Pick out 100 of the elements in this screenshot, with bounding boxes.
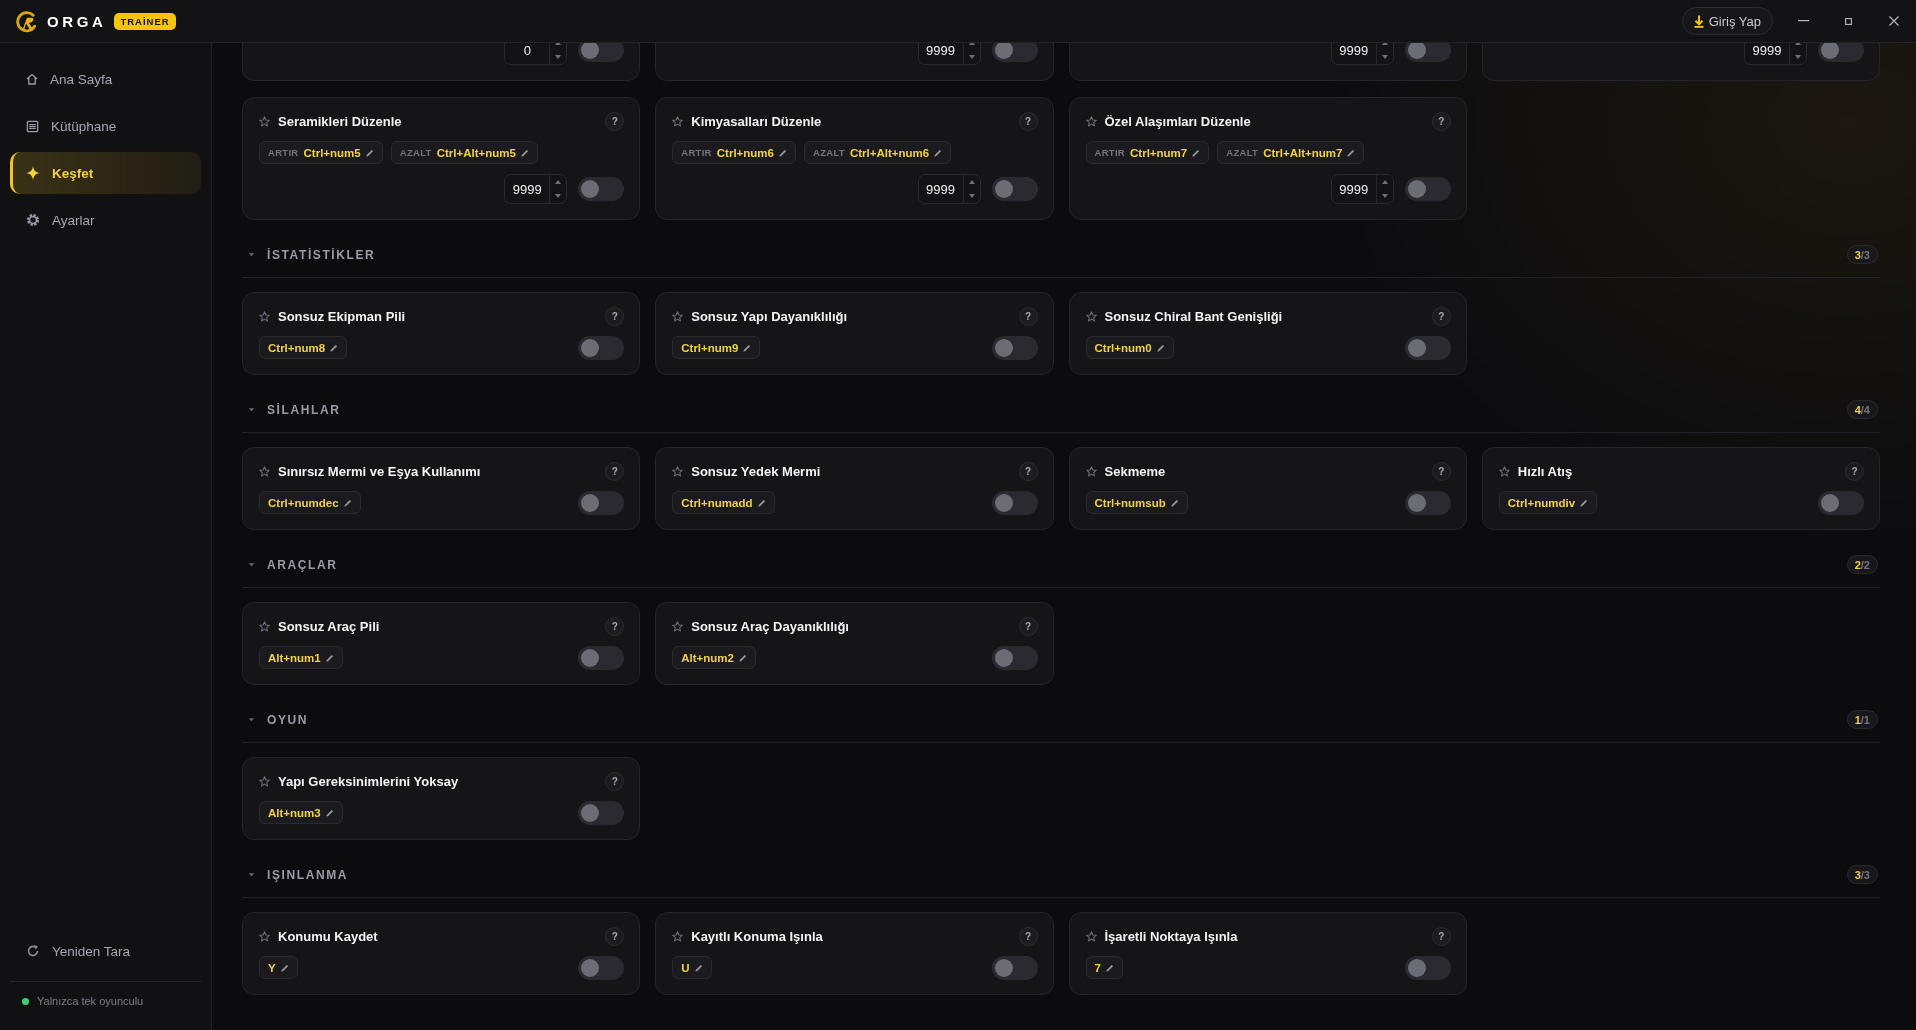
caret-icon[interactable] — [248, 716, 255, 723]
pencil-icon — [330, 343, 339, 352]
hotkey-button[interactable]: Ctrl+numadd — [672, 491, 775, 514]
number-input[interactable]: 9999 — [917, 43, 981, 65]
hotkey-button[interactable]: Ctrl+numsub — [1085, 491, 1188, 514]
triangle-down-icon — [1381, 194, 1388, 198]
number-input[interactable]: 9999 — [917, 174, 981, 204]
number-input[interactable]: 9999 — [1744, 43, 1807, 65]
nav-item[interactable]: Ayarlar — [10, 199, 201, 241]
toggle-switch[interactable] — [991, 177, 1038, 201]
help-button[interactable]: ? — [1018, 926, 1038, 946]
star-icon[interactable] — [259, 115, 270, 127]
help-button[interactable]: ? — [1431, 111, 1451, 131]
toggle-switch[interactable] — [578, 177, 625, 201]
help-button[interactable]: ? — [605, 926, 625, 946]
hotkey-button[interactable]: Alt+num1 — [259, 646, 343, 669]
hotkey-button[interactable]: Ctrl+numdiv — [1498, 491, 1598, 514]
hotkey-button[interactable]: AZALT Ctrl+Alt+num5 — [390, 141, 538, 164]
hotkey-button[interactable]: ARTIR Ctrl+num7 — [1085, 141, 1210, 164]
help-button[interactable]: ? — [1018, 306, 1038, 326]
section-title: ARAÇLAR — [267, 557, 338, 572]
card-title: Sonsuz Yapı Dayanıklılığı — [691, 308, 848, 324]
star-icon[interactable] — [259, 930, 270, 942]
number-input[interactable]: 0 — [504, 43, 568, 65]
hotkey-button[interactable]: AZALT Ctrl+Alt+num7 — [1217, 141, 1365, 164]
caret-icon[interactable] — [248, 406, 255, 413]
toggle-switch[interactable] — [991, 490, 1038, 515]
star-icon[interactable] — [1085, 465, 1097, 477]
toggle-switch[interactable] — [1818, 490, 1864, 515]
toggle-switch[interactable] — [991, 645, 1038, 670]
hotkey-button[interactable]: Ctrl+num8 — [259, 336, 348, 359]
section-title: SİLAHLAR — [267, 402, 341, 417]
toggle-switch[interactable] — [1404, 955, 1451, 980]
hotkey-button[interactable]: AZALT Ctrl+Alt+num6 — [804, 141, 952, 164]
toggle-switch[interactable] — [1818, 43, 1864, 62]
toggle-switch[interactable] — [578, 490, 625, 515]
help-button[interactable]: ? — [605, 306, 625, 326]
toggle-switch[interactable] — [991, 43, 1038, 62]
star-icon[interactable] — [672, 930, 684, 942]
help-button[interactable]: ? — [605, 771, 625, 791]
hotkey-button[interactable]: Alt+num3 — [259, 801, 343, 824]
help-button[interactable]: ? — [1431, 461, 1451, 481]
star-icon[interactable] — [672, 465, 684, 477]
toggle-switch[interactable] — [991, 335, 1038, 360]
caret-icon[interactable] — [248, 561, 255, 568]
help-button[interactable]: ? — [1018, 616, 1038, 636]
card-title: Konumu Kaydet — [278, 928, 378, 944]
hotkey-button[interactable]: U — [672, 956, 712, 979]
star-icon[interactable] — [1498, 465, 1510, 477]
star-icon[interactable] — [1085, 930, 1097, 942]
hotkey-button[interactable]: Alt+num2 — [672, 646, 756, 669]
help-button[interactable]: ? — [1018, 111, 1038, 131]
hotkey-button[interactable]: Ctrl+numdec — [259, 491, 361, 514]
number-input[interactable]: 9999 — [1330, 174, 1394, 204]
help-button[interactable]: ? — [1845, 461, 1864, 481]
triangle-down-icon — [555, 55, 562, 59]
help-button[interactable]: ? — [605, 111, 625, 131]
hotkey-button[interactable]: 7 — [1085, 956, 1123, 979]
toggle-switch[interactable] — [578, 955, 625, 980]
number-input[interactable]: 9999 — [504, 174, 568, 204]
star-icon[interactable] — [259, 310, 270, 322]
help-button[interactable]: ? — [1018, 461, 1038, 481]
hotkey-button[interactable]: ARTIR Ctrl+num6 — [672, 141, 796, 164]
star-icon[interactable] — [672, 115, 684, 127]
star-icon[interactable] — [1085, 115, 1097, 127]
star-icon[interactable] — [1085, 310, 1097, 322]
star-icon[interactable] — [259, 620, 270, 632]
toggle-switch[interactable] — [578, 645, 625, 670]
toggle-switch[interactable] — [578, 335, 625, 360]
rescan-button[interactable]: Yeniden Tara — [10, 930, 201, 972]
hotkey-button[interactable]: ARTIR Ctrl+num5 — [259, 141, 383, 164]
star-icon[interactable] — [672, 620, 684, 632]
star-icon[interactable] — [259, 775, 270, 787]
toggle-switch[interactable] — [1404, 490, 1451, 515]
toggle-switch[interactable] — [1404, 43, 1451, 62]
triangle-up-icon — [1381, 180, 1388, 184]
nav-item[interactable]: Kütüphane — [10, 105, 201, 147]
count-badge: 4/4 — [1846, 400, 1878, 419]
caret-icon[interactable] — [248, 871, 255, 878]
help-button[interactable]: ? — [1431, 306, 1451, 326]
toggle-switch[interactable] — [578, 43, 625, 62]
help-button[interactable]: ? — [1431, 926, 1451, 946]
number-input[interactable]: 9999 — [1330, 43, 1394, 65]
star-icon[interactable] — [259, 465, 270, 477]
status-text: Yalnızca tek oyunculu — [37, 995, 144, 1007]
nav-item[interactable]: Ana Sayfa — [10, 58, 201, 100]
nav-item[interactable]: Keşfet — [10, 152, 201, 194]
hotkey-button[interactable]: Ctrl+num9 — [672, 336, 761, 359]
toggle-switch[interactable] — [578, 800, 625, 825]
caret-icon[interactable] — [248, 251, 255, 258]
hotkey-button[interactable]: Y — [259, 956, 298, 979]
toggle-switch[interactable] — [991, 955, 1038, 980]
help-button[interactable]: ? — [605, 616, 625, 636]
login-button[interactable]: Giriş Yap — [1681, 7, 1773, 35]
card-title: İşaretli Noktaya Işınla — [1104, 928, 1238, 944]
toggle-switch[interactable] — [1404, 335, 1451, 360]
star-icon[interactable] — [672, 310, 684, 322]
help-button[interactable]: ? — [605, 461, 625, 481]
hotkey-button[interactable]: Ctrl+num0 — [1085, 336, 1174, 359]
toggle-switch[interactable] — [1404, 177, 1451, 201]
